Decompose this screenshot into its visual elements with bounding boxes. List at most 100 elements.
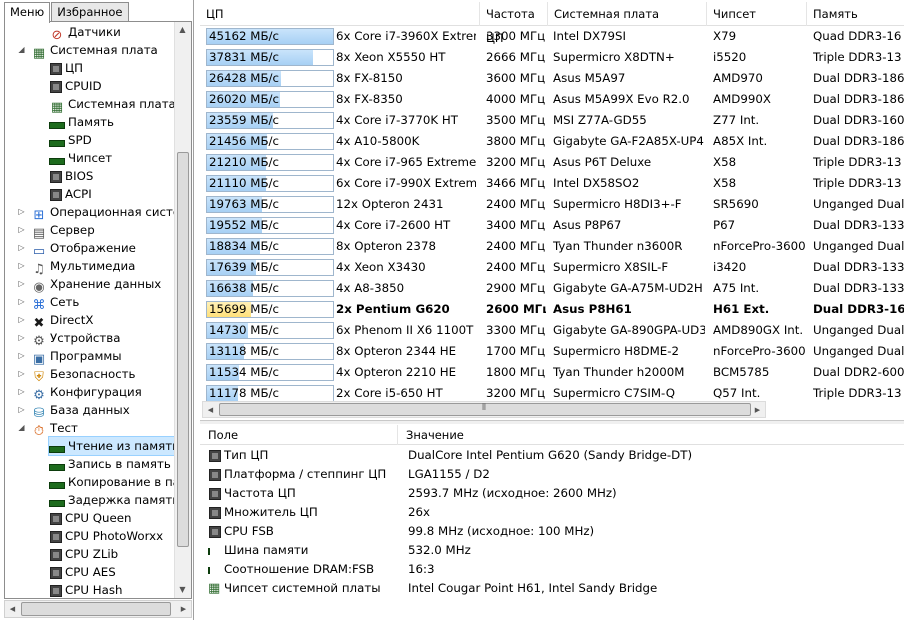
scroll-right-arrow-icon[interactable]: ▶ bbox=[176, 601, 191, 617]
tree-horizontal-scrollbar[interactable]: ◀ ▶ bbox=[4, 600, 192, 618]
grid-scroll-right-arrow-icon[interactable]: ▶ bbox=[750, 402, 765, 418]
tree-item[interactable]: ♫ Мультимедиа bbox=[31, 257, 135, 277]
detail-row[interactable]: Шина памяти 532.0 MHz bbox=[200, 541, 904, 560]
scroll-up-arrow-icon[interactable]: ▲ bbox=[175, 22, 190, 38]
expand-arrow-icon[interactable]: ▷ bbox=[17, 333, 26, 342]
memory-icon bbox=[49, 464, 65, 471]
tree-item[interactable]: ⚙ Конфигурация bbox=[31, 383, 142, 403]
expand-arrow-icon[interactable]: ▷ bbox=[17, 225, 26, 234]
column-header-memory[interactable]: Память bbox=[807, 2, 904, 26]
detail-row[interactable]: Множитель ЦП 26x bbox=[200, 503, 904, 522]
expand-arrow-icon[interactable]: ▷ bbox=[17, 405, 26, 414]
tree-item[interactable]: ⚙ Устройства bbox=[31, 329, 120, 349]
tree-item[interactable]: ▤ Сервер bbox=[31, 221, 95, 241]
score-number: 18834 bbox=[209, 239, 247, 253]
panel-splitter[interactable] bbox=[200, 420, 904, 424]
tree-item[interactable]: ▦ Системная плата bbox=[31, 41, 158, 61]
tree-item[interactable]: SPD bbox=[49, 131, 92, 149]
table-row[interactable]: 26020 МБ/с 8x FX-8350 4000 МГц Asus M5A99X … bbox=[200, 89, 904, 110]
tree-item[interactable]: CPU AES bbox=[49, 563, 116, 581]
tree-item[interactable]: CPU Queen bbox=[49, 509, 132, 527]
scroll-left-arrow-icon[interactable]: ◀ bbox=[5, 601, 20, 617]
column-header-cpu[interactable]: ЦП bbox=[200, 2, 480, 26]
cell-memory: Dual DDR3-16 bbox=[813, 302, 904, 316]
expand-arrow-icon[interactable]: ▷ bbox=[17, 261, 26, 270]
tree-item[interactable]: ЦП bbox=[49, 59, 83, 77]
tree-item[interactable]: BIOS bbox=[49, 167, 93, 185]
tab-menu[interactable]: Меню bbox=[4, 2, 51, 23]
tree-item[interactable]: ⛁ База данных bbox=[31, 401, 130, 421]
tree-item[interactable]: ⛨ Безопасность bbox=[31, 365, 135, 385]
expand-arrow-icon[interactable]: ▷ bbox=[17, 297, 26, 306]
collapse-arrow-icon[interactable]: ◢ bbox=[17, 423, 26, 432]
detail-row[interactable]: ▦ Чипсет системной платы Intel Cougar Poin… bbox=[200, 579, 904, 598]
tree-item[interactable]: ▭ Отображение bbox=[31, 239, 136, 259]
tree-item[interactable]: Задержка памяти bbox=[49, 491, 180, 509]
expand-arrow-icon[interactable]: ▷ bbox=[17, 387, 26, 396]
expand-arrow-icon[interactable]: ▷ bbox=[17, 369, 26, 378]
table-row[interactable]: 19763 МБ/с 12x Opteron 2431 2400 МГц Superm… bbox=[200, 194, 904, 215]
detail-value: 26x bbox=[408, 505, 430, 519]
table-row[interactable]: 21456 МБ/с 4x A10-5800K 3800 МГц Gigabyte G… bbox=[200, 131, 904, 152]
grid-scroll-left-arrow-icon[interactable]: ◀ bbox=[203, 402, 218, 418]
tree-item[interactable]: CPUID bbox=[49, 77, 102, 95]
table-row[interactable]: 37831 МБ/с 8x Xeon X5550 HT 2666 МГц Superm… bbox=[200, 47, 904, 68]
tree-item[interactable]: Чипсет bbox=[49, 149, 112, 167]
table-row[interactable]: 21210 МБ/с 4x Core i7-965 Extreme HT 3200 … bbox=[200, 152, 904, 173]
tree-item[interactable]: CPU ZLib bbox=[49, 545, 118, 563]
tree-item[interactable]: CPU Hash bbox=[49, 581, 122, 598]
table-row[interactable]: 16638 МБ/с 4x A8-3850 2900 МГц Gigabyte GA-… bbox=[200, 278, 904, 299]
tree-item[interactable]: ▣ Программы bbox=[31, 347, 122, 367]
table-row[interactable]: 19552 МБ/с 4x Core i7-2600 HT 3400 МГц Asus… bbox=[200, 215, 904, 236]
expand-arrow-icon[interactable]: ▷ bbox=[17, 351, 26, 360]
detail-row[interactable]: Платформа / степпинг ЦП LGA1155 / D2 bbox=[200, 465, 904, 484]
expand-arrow-icon[interactable]: ▷ bbox=[17, 207, 26, 216]
tree-item[interactable]: ⊘ Датчики bbox=[49, 23, 121, 43]
tree-item[interactable]: ✖ DirectX bbox=[31, 311, 94, 331]
table-row[interactable]: 13118 МБ/с 8x Opteron 2344 HE 1700 МГц Supe… bbox=[200, 341, 904, 362]
tree-item[interactable]: ⏱ Тест bbox=[31, 419, 78, 439]
expand-arrow-icon[interactable]: ▷ bbox=[17, 243, 26, 252]
expand-arrow-icon[interactable]: ▷ bbox=[17, 315, 26, 324]
column-header-motherboard[interactable]: Системная плата bbox=[548, 2, 707, 26]
grid-hscroll-thumb[interactable]: ⦀ bbox=[219, 403, 751, 416]
table-row[interactable]: 11534 МБ/с 4x Opteron 2210 HE 1800 МГц Tyan… bbox=[200, 362, 904, 383]
collapse-arrow-icon[interactable]: ◢ bbox=[17, 45, 26, 54]
grid-horizontal-scrollbar[interactable]: ◀ ⦀ ▶ bbox=[202, 401, 766, 418]
tree-item[interactable]: ◉ Хранение данных bbox=[31, 275, 161, 295]
score-unit: МБ/с bbox=[250, 281, 280, 295]
column-header-value[interactable]: Значение bbox=[398, 425, 904, 445]
tree-vertical-scrollbar[interactable]: ▲ ▼ bbox=[174, 22, 191, 598]
tree-item[interactable]: Память bbox=[49, 113, 114, 131]
column-header-frequency[interactable]: Частота ЦП bbox=[480, 2, 548, 45]
tree-item[interactable]: ⊞ Операционная систем bbox=[31, 203, 190, 223]
tree-hscroll-thumb[interactable] bbox=[21, 602, 171, 616]
tree-item[interactable]: CPU PhotoWorxx bbox=[49, 527, 163, 545]
column-header-chipset[interactable]: Чипсет bbox=[707, 2, 807, 26]
table-row[interactable]: 14730 МБ/с 6x Phenom II X6 1100T 3300 МГц G… bbox=[200, 320, 904, 341]
tree-item[interactable]: Запись в память bbox=[49, 455, 171, 473]
table-row[interactable]: 45162 МБ/с 6x Core i7-3960X Extreme 3300 М… bbox=[200, 26, 904, 47]
tree-item[interactable]: ACPI bbox=[49, 185, 92, 203]
table-row[interactable]: 26428 МБ/с 8x FX-8150 3600 МГц Asus M5A97 AM… bbox=[200, 68, 904, 89]
table-row[interactable]: 23559 МБ/с 4x Core i7-3770K HT 3500 МГц MSI… bbox=[200, 110, 904, 131]
column-header-field[interactable]: Поле bbox=[200, 425, 398, 445]
tab-favorites[interactable]: Избранное bbox=[51, 2, 129, 22]
table-row[interactable]: 21110 МБ/с 6x Core i7-990X Extreme ... 346… bbox=[200, 173, 904, 194]
tree-item[interactable]: ⌘ Сеть bbox=[31, 293, 80, 313]
scroll-down-arrow-icon[interactable]: ▼ bbox=[175, 582, 190, 598]
detail-row[interactable]: Тип ЦП DualCore Intel Pentium G620 (Sandy… bbox=[200, 446, 904, 465]
tree-item[interactable]: Чтение из памяти bbox=[48, 436, 181, 456]
tree-item[interactable]: ▦ Системная плата bbox=[49, 95, 176, 115]
detail-row[interactable]: Частота ЦП 2593.7 MHz (исходное: 2600 MHz… bbox=[200, 484, 904, 503]
expand-arrow-icon[interactable]: ▷ bbox=[17, 279, 26, 288]
table-row[interactable]: 17639 МБ/с 4x Xeon X3430 2400 МГц Supermicr… bbox=[200, 257, 904, 278]
tree-scroll-thumb[interactable] bbox=[177, 152, 189, 547]
table-row[interactable]: 18834 МБ/с 8x Opteron 2378 2400 МГц Tyan Th… bbox=[200, 236, 904, 257]
detail-row[interactable]: CPU FSB 99.8 MHz (исходное: 100 MHz) bbox=[200, 522, 904, 541]
tree-item[interactable]: Копирование в пам bbox=[49, 473, 189, 491]
table-row[interactable]: 15699 МБ/с 2x Pentium G620 2600 МГц Asus P8… bbox=[200, 299, 904, 320]
tree-item-label: Память bbox=[68, 115, 114, 129]
score-value: 21456 МБ/с bbox=[209, 134, 279, 149]
detail-row[interactable]: Соотношение DRAM:FSB 16:3 bbox=[200, 560, 904, 579]
